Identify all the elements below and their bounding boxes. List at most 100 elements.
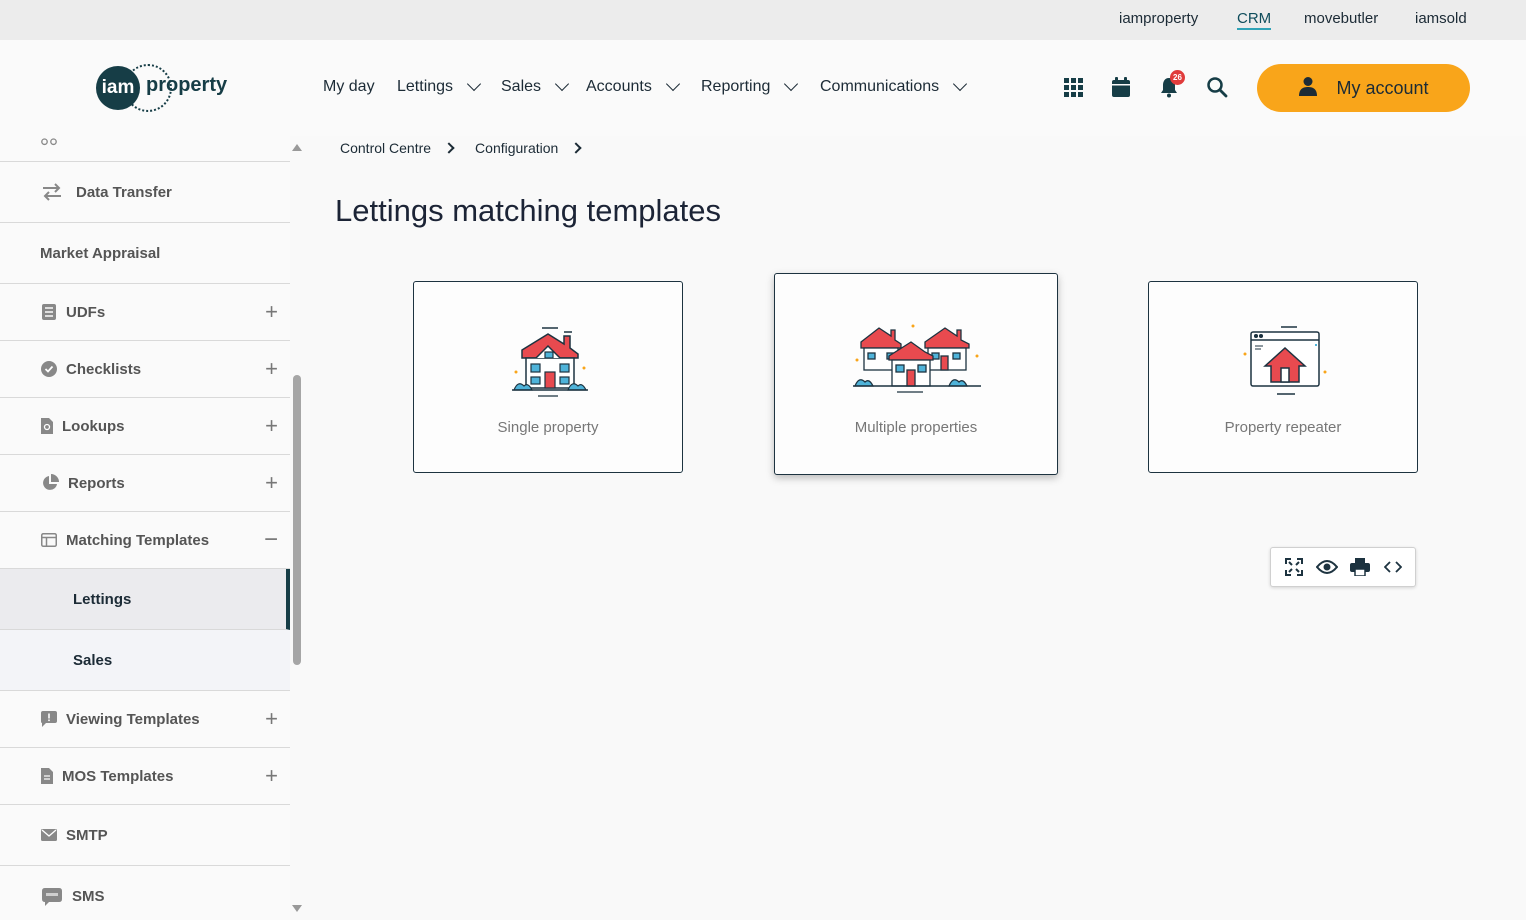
expand-icon[interactable]: + [265,470,278,496]
sidebar-item-viewing-templates[interactable]: Viewing Templates + [0,691,290,748]
nav-my-day-label: My day [323,78,375,95]
breadcrumb-control-centre[interactable]: Control Centre [340,140,431,156]
nav-sales[interactable]: Sales [501,76,570,96]
sidebar-item-partial[interactable] [0,136,290,162]
breadcrumb-configuration[interactable]: Configuration [475,140,558,156]
chevron-right-icon [443,142,455,154]
multiple-houses-icon [853,324,981,393]
top-link-iamproperty[interactable]: iamproperty [1119,10,1198,27]
breadcrumb: Control Centre Configuration [340,140,602,156]
sms-icon [40,887,64,906]
chevron-down-icon [665,76,680,92]
nav-accounts[interactable]: Accounts [586,76,680,96]
sidebar-item-lookups[interactable]: Lookups + [0,398,290,455]
pie-chart-icon [40,474,60,492]
sidebar-scroll-thumb[interactable] [293,375,301,665]
chevron-down-icon [953,76,968,92]
sidebar-item-reports[interactable]: Reports + [0,455,290,512]
nav-reporting[interactable]: Reporting [701,76,799,96]
eye-icon[interactable] [1315,556,1338,578]
card-multiple-properties[interactable]: Multiple properties [774,273,1058,475]
expand-icon[interactable]: + [265,706,278,732]
top-link-crm[interactable]: CRM [1237,10,1272,30]
nav-lettings[interactable]: Lettings [397,76,482,96]
card-label: Single property [497,419,599,436]
sidebar-item-label: Data Transfer [76,183,172,201]
single-house-icon [512,327,588,397]
my-account-label: My account [1336,77,1429,98]
sidebar-item-checklists[interactable]: Checklists + [0,341,290,398]
user-icon [1298,76,1318,101]
scroll-down-arrow-icon[interactable] [292,905,302,912]
card-single-property[interactable]: Single property [413,281,683,473]
my-account-button[interactable]: My account [1257,64,1470,112]
sidebar-item-label: Sales [73,651,113,669]
sidebar-item-label: SMTP [66,826,108,844]
chevron-down-icon [466,76,482,92]
expand-icon[interactable]: + [265,763,278,789]
sidebar-item-udfs[interactable]: UDFs + [0,284,290,341]
sidebar-item-label: UDFs [66,303,106,321]
top-strip: iamproperty CRM movebutler iamsold [0,0,1526,40]
nav-reporting-label: Reporting [701,78,771,95]
list-icon [40,303,58,321]
sidebar-item-mos-templates[interactable]: MOS Templates + [0,748,290,805]
nav-lettings-label: Lettings [397,78,454,95]
top-link-iamsold[interactable]: iamsold [1415,10,1467,27]
file-search-icon [40,417,54,435]
nav-sales-label: Sales [501,78,542,95]
notification-badge: 26 [1170,70,1185,85]
scroll-up-arrow-icon[interactable] [292,144,302,151]
nav-accounts-label: Accounts [586,78,652,95]
sidebar-subitem-lettings[interactable]: Lettings [0,569,290,630]
sidebar-item-label: SMS [72,888,105,905]
main-header: iam property My day Lettings Sales Accou… [0,40,1526,136]
search-icon[interactable] [1206,76,1232,102]
card-label: Multiple properties [854,419,978,436]
logo-text: property [146,74,228,96]
browser-house-icon [1243,326,1327,395]
chevron-down-icon [554,76,570,92]
document-icon [40,767,54,785]
sidebar-item-label: Market Appraisal [40,244,161,262]
page-title: Lettings matching templates [335,193,721,228]
sidebar-item-market-appraisal[interactable]: Market Appraisal [0,223,290,284]
sidebar-item-smtp[interactable]: SMTP [0,805,290,866]
chevron-down-icon [784,76,799,92]
sidebar-item-label: Lettings [73,590,132,608]
sidebar: Data Transfer Market Appraisal UDFs + Ch… [0,136,290,920]
apps-grid-icon[interactable] [1062,76,1088,102]
sidebar-subitem-sales[interactable]: Sales [0,630,290,691]
expand-icon[interactable]: + [265,356,278,382]
chevron-right-icon [570,142,582,154]
calendar-icon[interactable] [1110,76,1136,102]
envelope-icon [40,826,58,844]
nav-my-day[interactable]: My day [323,78,375,96]
code-icon[interactable] [1382,556,1404,578]
sidebar-item-label: Viewing Templates [66,710,200,728]
print-icon[interactable] [1349,556,1371,578]
sidebar-item-matching-templates[interactable]: Matching Templates − [0,512,290,569]
sidebar-item-label: Checklists [66,360,142,378]
card-label: Property repeater [1224,419,1342,436]
transfer-icon [40,183,64,201]
collapse-icon[interactable]: − [264,526,278,554]
truck-icon [40,136,58,148]
template-icon [40,531,58,549]
sidebar-item-label: Reports [68,474,125,492]
check-circle-icon [40,360,58,378]
sidebar-item-sms[interactable]: SMS [0,866,290,920]
card-property-repeater[interactable]: Property repeater [1148,281,1418,473]
expand-icon[interactable]: + [265,413,278,439]
top-link-movebutler[interactable]: movebutler [1304,10,1378,27]
logo[interactable]: iam property [96,64,236,112]
sidebar-item-label: Matching Templates [66,531,210,549]
sidebar-item-label: MOS Templates [62,767,174,785]
sidebar-item-label: Lookups [62,417,125,435]
nav-communications-label: Communications [820,78,940,95]
fullscreen-icon[interactable] [1283,556,1305,578]
expand-icon[interactable]: + [265,299,278,325]
preview-toolbar [1270,547,1416,587]
sidebar-item-data-transfer[interactable]: Data Transfer [0,162,290,223]
nav-communications[interactable]: Communications [820,76,968,96]
